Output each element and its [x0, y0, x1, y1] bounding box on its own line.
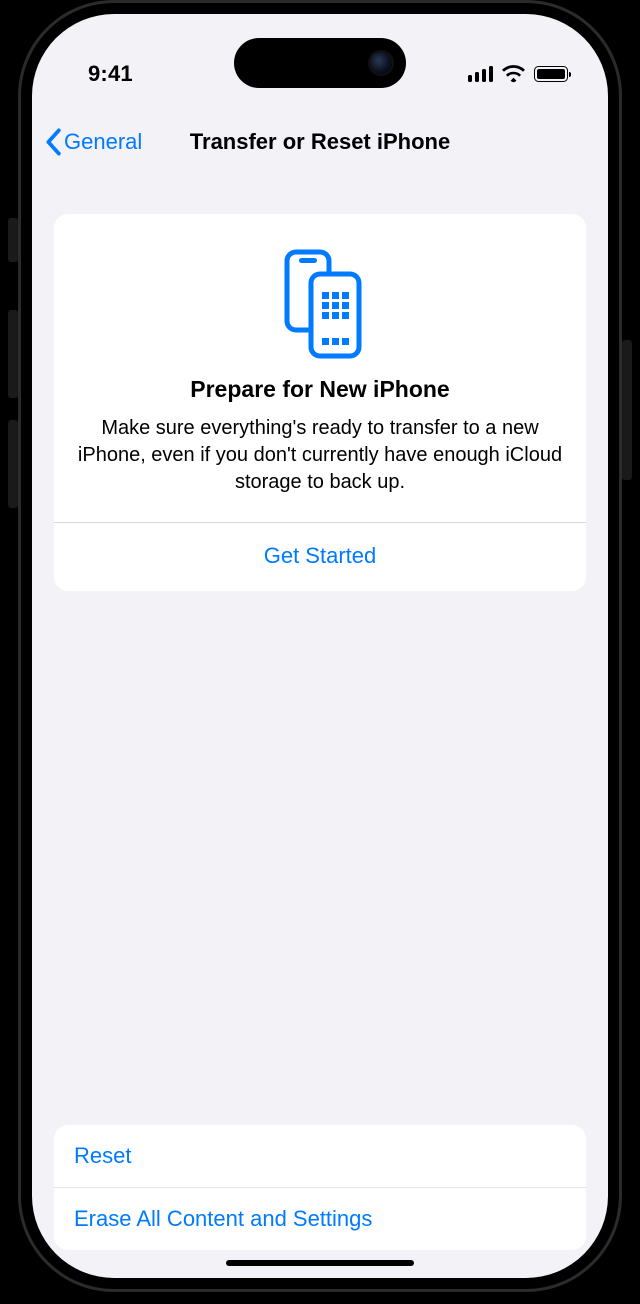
back-label: General [64, 129, 142, 155]
volume-up-button [8, 310, 18, 398]
spacer [54, 591, 586, 1125]
options-list: Reset Erase All Content and Settings [54, 1125, 586, 1250]
prepare-body: Make sure everything's ready to transfer… [54, 415, 586, 522]
back-button[interactable]: General [44, 128, 142, 156]
chevron-back-icon [44, 128, 62, 156]
phone-frame: 9:41 General [18, 0, 622, 1292]
reset-button[interactable]: Reset [54, 1125, 586, 1187]
prepare-title: Prepare for New iPhone [54, 376, 586, 403]
battery-icon [534, 66, 568, 82]
content: Prepare for New iPhone Make sure everyth… [54, 214, 586, 1250]
volume-down-button [8, 420, 18, 508]
erase-all-button[interactable]: Erase All Content and Settings [54, 1187, 586, 1250]
cellular-signal-icon [468, 66, 494, 82]
prepare-card: Prepare for New iPhone Make sure everyth… [54, 214, 586, 591]
status-bar: 9:41 [32, 14, 608, 104]
home-indicator[interactable] [226, 1260, 414, 1266]
status-right [468, 65, 569, 83]
get-started-button[interactable]: Get Started [54, 522, 586, 591]
side-power-button [622, 340, 632, 480]
transfer-devices-icon [275, 248, 365, 360]
page-title: Transfer or Reset iPhone [190, 129, 450, 155]
wifi-icon [502, 65, 525, 83]
silence-switch [8, 218, 18, 262]
navigation-bar: General Transfer or Reset iPhone [32, 114, 608, 170]
screen: 9:41 General [32, 14, 608, 1278]
status-time: 9:41 [88, 61, 133, 87]
